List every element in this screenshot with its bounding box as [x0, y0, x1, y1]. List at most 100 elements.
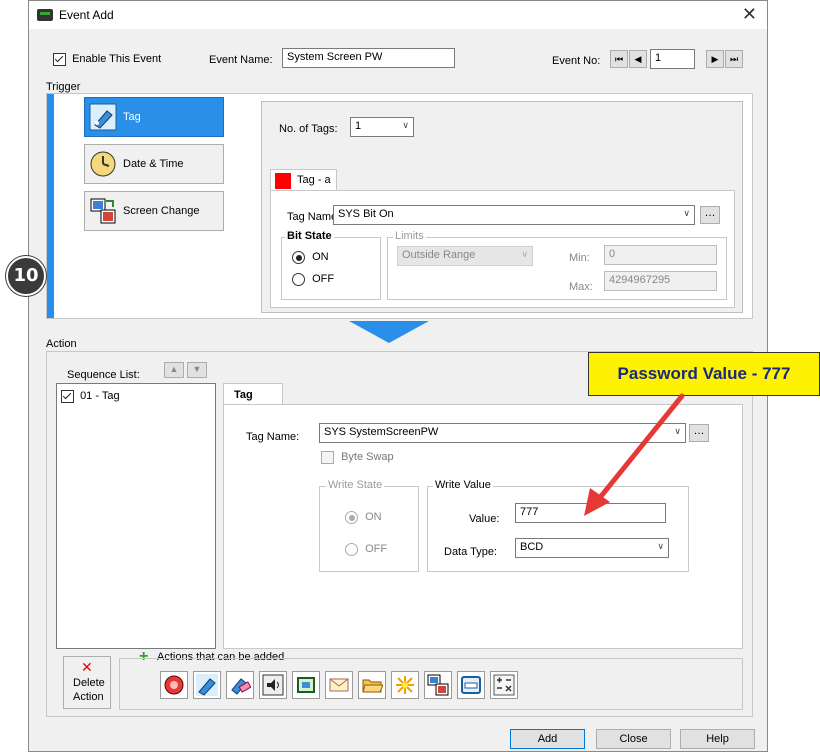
- data-type-value: BCD: [520, 541, 544, 553]
- no-of-tags-select[interactable]: 1 ∨: [350, 117, 414, 137]
- alarm-icon: [164, 675, 184, 695]
- action-folder-button[interactable]: [358, 671, 386, 699]
- trigger-section-label: Trigger: [46, 81, 81, 93]
- byte-swap-checkbox[interactable]: Byte Swap: [321, 451, 394, 464]
- delete-label-line1: Delete: [73, 677, 105, 689]
- sequence-item-checkbox[interactable]: [61, 390, 74, 403]
- app-icon: [37, 9, 53, 21]
- write-state-on-radio[interactable]: ON: [345, 511, 382, 524]
- tag-erase-icon: [231, 678, 251, 695]
- action-sound-button[interactable]: [259, 671, 287, 699]
- window-icon: [461, 676, 481, 694]
- trigger-tag-button[interactable]: Tag: [84, 97, 224, 137]
- tag-icon: [196, 674, 218, 696]
- clock-icon: [90, 151, 116, 177]
- add-button[interactable]: Add: [510, 729, 585, 749]
- enable-checkbox-box[interactable]: [53, 53, 66, 66]
- sequence-list-label: Sequence List:: [67, 369, 140, 381]
- write-state-off-radio[interactable]: OFF: [345, 543, 387, 556]
- data-type-select[interactable]: BCD ∨: [515, 538, 669, 558]
- enable-event-checkbox[interactable]: Enable This Event: [53, 53, 161, 66]
- action-tag-name-label: Tag Name:: [246, 431, 300, 443]
- action-flash-button[interactable]: [391, 671, 419, 699]
- value-label: Value:: [469, 513, 500, 525]
- sequence-list[interactable]: 01 - Tag: [56, 383, 216, 649]
- calc-icon: [493, 674, 515, 696]
- flash-icon: [396, 676, 414, 694]
- move-up-button[interactable]: ▲: [164, 362, 184, 378]
- no-of-tags-value: 1: [355, 120, 362, 132]
- tab-action-tag[interactable]: Tag: [223, 383, 283, 405]
- write-state-on-label: ON: [365, 511, 382, 524]
- write-off-radio-circle[interactable]: [345, 543, 358, 556]
- tag-icon: [89, 103, 117, 131]
- prev-event-button[interactable]: ◀: [629, 50, 647, 68]
- step-badge: 10: [6, 256, 46, 296]
- action-screenshot-button[interactable]: [292, 671, 320, 699]
- data-type-label: Data Type:: [444, 546, 497, 558]
- window-title: Event Add: [59, 8, 114, 22]
- tab-tag-a-label: Tag - a: [297, 174, 331, 186]
- byte-swap-label: Byte Swap: [341, 451, 394, 464]
- trigger-date-time-label: Date & Time: [123, 158, 184, 170]
- chevron-down-icon: ∨: [521, 249, 528, 259]
- write-state-group: [319, 486, 419, 572]
- delete-x-icon: ✕: [81, 659, 93, 675]
- first-event-button[interactable]: ⏮: [610, 50, 628, 68]
- write-state-off-label: OFF: [365, 543, 388, 556]
- write-on-radio-circle[interactable]: [345, 511, 358, 524]
- event-name-input[interactable]: System Screen PW: [282, 48, 455, 68]
- action-calc-button[interactable]: [490, 671, 518, 699]
- folder-icon: [362, 679, 383, 693]
- sequence-list-item[interactable]: 01 - Tag: [61, 390, 120, 403]
- action-window-button[interactable]: [457, 671, 485, 699]
- on-radio-circle[interactable]: [292, 251, 305, 264]
- trigger-date-time-button[interactable]: Date & Time: [84, 144, 224, 184]
- chevron-down-icon: ∨: [402, 120, 409, 130]
- close-window-icon[interactable]: ✕: [742, 4, 757, 25]
- tag-color-swatch: [275, 173, 291, 189]
- min-input[interactable]: 0: [604, 245, 717, 265]
- chevron-down-icon: ∨: [683, 208, 690, 218]
- close-button[interactable]: Close: [596, 729, 671, 749]
- screenshot-icon: [297, 677, 315, 693]
- action-tag-button[interactable]: [193, 671, 221, 699]
- delete-action-button[interactable]: ✕ Delete Action: [63, 656, 111, 709]
- max-input[interactable]: 4294967295: [604, 271, 717, 291]
- event-no-input[interactable]: 1: [650, 49, 695, 69]
- enable-event-label: Enable This Event: [72, 53, 162, 66]
- trigger-accent-bar: [47, 94, 54, 318]
- action-mail-button[interactable]: [325, 671, 353, 699]
- off-radio-circle[interactable]: [292, 273, 305, 286]
- bit-state-on-radio[interactable]: ON: [292, 251, 329, 264]
- limits-mode-select[interactable]: Outside Range ∨: [397, 246, 533, 266]
- event-name-label: Event Name:: [209, 54, 273, 66]
- byte-swap-box[interactable]: [321, 451, 334, 464]
- chevron-down-icon: ∨: [657, 541, 664, 551]
- no-of-tags-label: No. of Tags:: [279, 123, 338, 135]
- action-screen-change-button[interactable]: [424, 671, 452, 699]
- limits-label: Limits: [393, 230, 426, 242]
- max-label: Max:: [569, 281, 593, 293]
- next-event-button[interactable]: ▶: [706, 50, 724, 68]
- screen-change-icon: [90, 198, 116, 224]
- bit-state-group: [281, 237, 381, 300]
- callout-arrow-icon: [584, 393, 685, 516]
- action-section-label: Action: [46, 338, 77, 350]
- trigger-tag-browse-button[interactable]: …: [700, 206, 720, 224]
- last-event-button[interactable]: ⏭: [725, 50, 743, 68]
- mail-icon: [329, 678, 349, 692]
- action-tag-erase-button[interactable]: [226, 671, 254, 699]
- write-state-label: Write State: [326, 479, 385, 491]
- bit-state-off-radio[interactable]: OFF: [292, 273, 334, 286]
- delete-label-line2: Action: [73, 691, 104, 703]
- trigger-tag-name-select[interactable]: SYS Bit On ∨: [333, 205, 695, 225]
- trigger-screen-change-button[interactable]: Screen Change: [84, 191, 224, 231]
- bit-state-on-label: ON: [312, 251, 329, 264]
- action-alarm-button[interactable]: [160, 671, 188, 699]
- move-down-button[interactable]: ▼: [187, 362, 207, 378]
- help-button[interactable]: Help: [680, 729, 755, 749]
- limits-mode-value: Outside Range: [402, 249, 476, 261]
- bit-state-label: Bit State: [285, 230, 334, 242]
- tab-tag-a[interactable]: Tag - a: [270, 169, 337, 191]
